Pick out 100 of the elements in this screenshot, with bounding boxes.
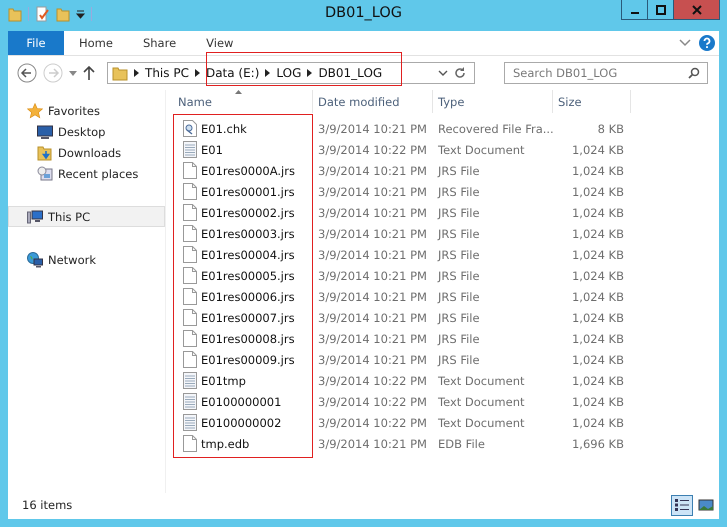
folder-icon <box>112 65 128 81</box>
file-icon <box>183 246 197 263</box>
table-cell-text: JRS File <box>436 268 481 282</box>
up-arrow-icon[interactable] <box>83 66 95 80</box>
chevron-icon[interactable] <box>194 69 200 77</box>
file-name-cell[interactable]: E0100000001 <box>173 393 313 410</box>
chevron-icon[interactable] <box>307 69 312 77</box>
sidebar-item[interactable]: Recent places <box>8 163 165 184</box>
table-cell-text: Text Document <box>437 142 526 156</box>
column-header[interactable]: Date modified <box>313 90 433 113</box>
table-cell-text: 3/9/2014 10:21 PM <box>317 226 428 240</box>
search-field[interactable]: Search DB01_LOG <box>504 62 708 84</box>
recent-places-icon <box>37 166 53 182</box>
file-name-cell[interactable]: E01res00004.jrs <box>173 246 313 263</box>
breadcrumb[interactable]: This PC <box>145 66 189 80</box>
sidebar-item[interactable]: Favorites <box>8 100 165 121</box>
table-cell-text: JRS File <box>436 290 481 304</box>
table-cell-text: JRS File <box>436 248 481 262</box>
table-cell-text: 3/9/2014 10:21 PM <box>317 164 428 178</box>
back-icon[interactable] <box>17 63 37 83</box>
recovered-file-icon <box>183 120 197 137</box>
computer-icon <box>27 208 43 224</box>
table-cell-text: 1,024 KB <box>570 206 625 220</box>
help-icon[interactable] <box>699 35 715 51</box>
close-button[interactable] <box>673 0 720 20</box>
table-cell-text: 1,024 KB <box>570 374 625 388</box>
file-name-cell[interactable]: E01res00006.jrs <box>173 288 313 305</box>
table-cell-text: 3/9/2014 10:21 PM <box>317 206 428 220</box>
column-header[interactable]: Type <box>433 90 553 113</box>
window-title: DB01_LOG <box>324 5 404 21</box>
file-icon <box>183 204 197 221</box>
table-cell-text: JRS File <box>436 164 481 178</box>
refresh-icon[interactable] <box>454 67 466 79</box>
file-icon <box>183 183 197 200</box>
table-cell-text: Recovered File Fra... <box>437 122 553 136</box>
file-name-cell[interactable]: tmp.edb <box>173 435 313 452</box>
close-icon <box>692 4 702 14</box>
dropdown-icon[interactable] <box>76 9 85 19</box>
monitor-icon <box>37 124 53 138</box>
file-name-cell[interactable]: E01res0000A.jrs <box>173 162 313 179</box>
minimize-button[interactable] <box>621 0 648 20</box>
table-cell-text: 3/9/2014 10:22 PM <box>317 374 428 388</box>
table-cell-text: 1,024 KB <box>570 142 625 156</box>
file-name-cell[interactable]: E01tmp <box>173 372 313 389</box>
file-name-cell[interactable]: E01.chk <box>173 120 313 137</box>
file-icon <box>183 351 197 368</box>
table-cell-text: 3/9/2014 10:21 PM <box>317 436 428 450</box>
table-cell-text: Text Document <box>437 394 526 408</box>
file-name-cell[interactable]: E01res00008.jrs <box>173 330 313 347</box>
sidebar-item[interactable]: This PC <box>8 206 165 227</box>
file-name-cell[interactable]: E01res00002.jrs <box>173 204 313 221</box>
file-icon <box>183 288 197 305</box>
table-cell-text: 1,696 KB <box>570 436 625 450</box>
file-name-cell[interactable]: E01res00003.jrs <box>173 225 313 242</box>
table-cell-text: EDB File <box>437 436 486 450</box>
file-name-cell[interactable]: E01 <box>173 141 313 158</box>
file-icon <box>183 162 197 179</box>
expand-ribbon-icon[interactable] <box>679 39 691 47</box>
table-cell-text: 1,024 KB <box>570 352 625 366</box>
breadcrumb[interactable]: Data (E:) <box>206 66 260 80</box>
text-document-icon <box>183 414 197 431</box>
table-cell-text: 3/9/2014 10:22 PM <box>317 416 428 430</box>
item-count: 16 items <box>22 498 72 512</box>
table-cell-text: Text Document <box>437 374 526 388</box>
file-name-cell[interactable]: E01res00001.jrs <box>173 183 313 200</box>
table-cell-text: 3/9/2014 10:21 PM <box>317 184 428 198</box>
table-cell-text: 3/9/2014 10:21 PM <box>317 290 428 304</box>
file-name-cell[interactable]: E01res00005.jrs <box>173 267 313 284</box>
recent-dropdown-icon[interactable] <box>69 70 77 76</box>
sidebar-item[interactable]: Network <box>8 249 165 270</box>
sidebar-item[interactable]: Desktop <box>8 121 165 142</box>
file-name-cell[interactable]: E01res00007.jrs <box>173 309 313 326</box>
chevron-icon[interactable] <box>134 69 139 77</box>
dropdown-icon[interactable] <box>438 70 448 76</box>
file-tab[interactable]: File <box>8 31 64 55</box>
picture-view-icon <box>698 498 714 512</box>
file-name-cell[interactable]: E0100000002 <box>173 414 313 431</box>
breadcrumb[interactable]: LOG <box>276 66 302 80</box>
table-cell-text: 3/9/2014 10:21 PM <box>317 310 428 324</box>
minimize-icon <box>630 12 638 14</box>
breadcrumb[interactable]: DB01_LOG <box>318 66 382 80</box>
table-cell-text: 1,024 KB <box>570 310 625 324</box>
search-icon[interactable] <box>688 67 700 79</box>
sidebar-item[interactable]: Downloads <box>8 142 165 163</box>
address-bar[interactable]: This PC Data (E:) LOG DB01_LOG <box>107 62 475 84</box>
details-view-icon <box>674 498 690 512</box>
text-document-icon <box>183 393 197 410</box>
table-cell-text: 1,024 KB <box>570 268 625 282</box>
file-name-cell[interactable]: E01res00009.jrs <box>173 351 313 368</box>
details-view-button[interactable] <box>671 494 693 516</box>
table-cell-text: Text Document <box>437 416 526 430</box>
table-cell-text: 3/9/2014 10:21 PM <box>317 248 428 262</box>
properties-icon[interactable] <box>35 6 50 22</box>
table-cell-text: 3/9/2014 10:21 PM <box>317 352 428 366</box>
text-document-icon <box>183 141 197 158</box>
column-header[interactable]: Size <box>553 90 631 113</box>
table-cell-text: 8 KB <box>596 122 625 136</box>
text-document-icon <box>183 372 197 389</box>
table-cell-text: JRS File <box>436 206 481 220</box>
chevron-icon[interactable] <box>265 69 270 77</box>
